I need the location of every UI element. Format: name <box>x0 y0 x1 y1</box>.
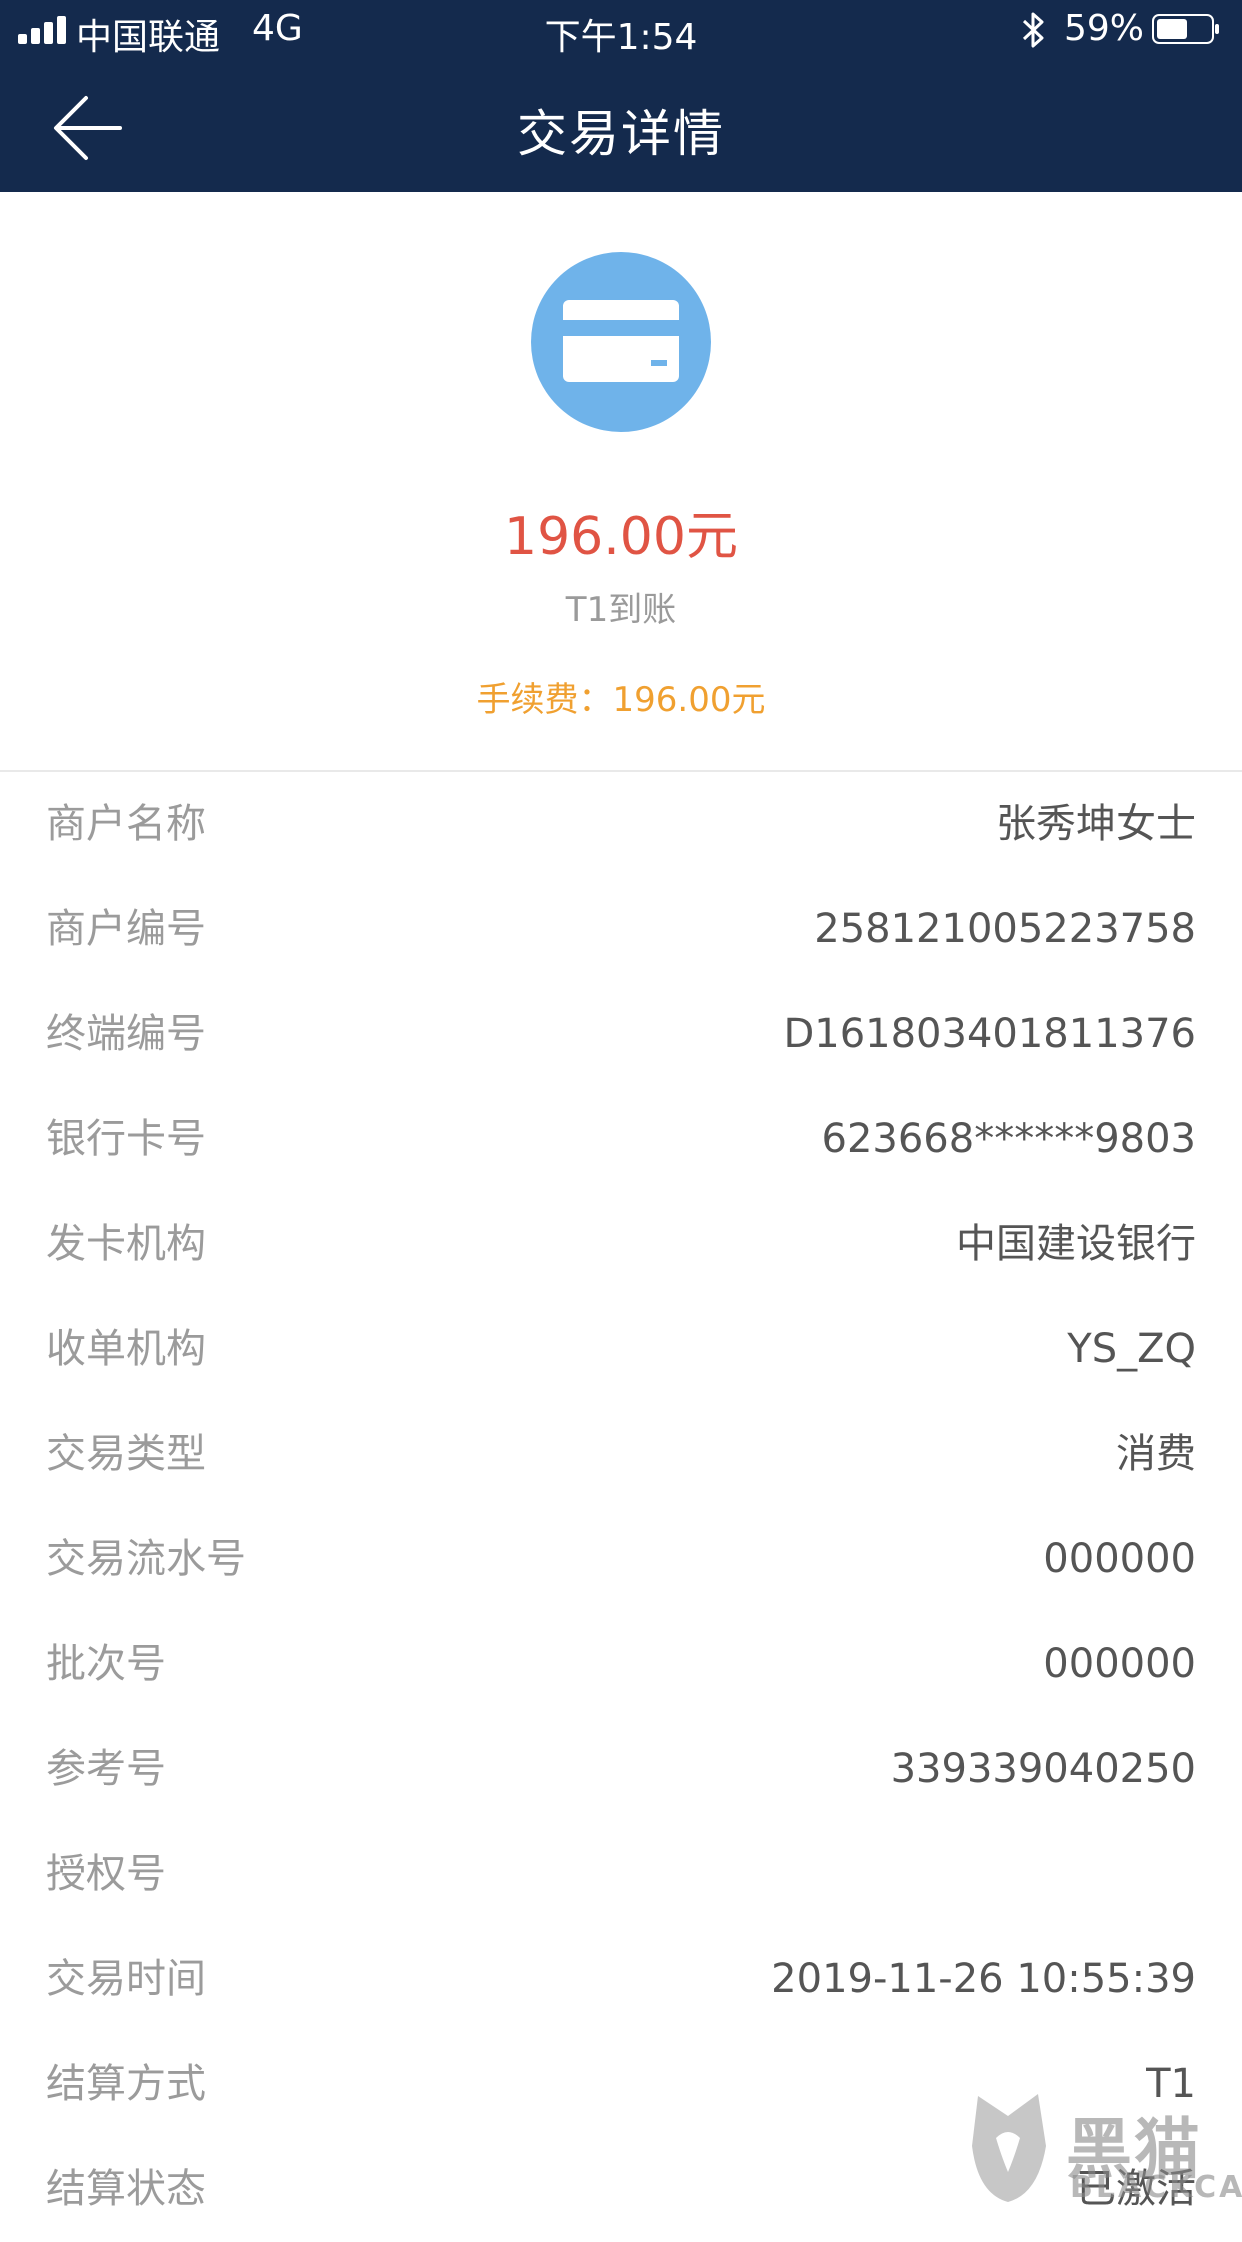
detail-row-serial-number: 交易流水号 000000 <box>0 1507 1242 1612</box>
detail-value: 258121005223758 <box>814 906 1196 952</box>
settlement-tag: T1到账 <box>565 590 677 630</box>
detail-row-card-number: 银行卡号 623668******9803 <box>0 1087 1242 1192</box>
detail-label: 商户名称 <box>46 801 206 847</box>
detail-row-issuer: 发卡机构 中国建设银行 <box>0 1192 1242 1297</box>
detail-value: 000000 <box>1043 1536 1196 1582</box>
detail-row-transaction-type: 交易类型 消费 <box>0 1402 1242 1507</box>
detail-value: D161803401811376 <box>783 1011 1196 1057</box>
detail-row-transaction-time: 交易时间 2019-11-26 10:55:39 <box>0 1927 1242 2032</box>
transaction-amount: 196.00元 <box>504 507 738 567</box>
watermark-subtext: BLACKCAT <box>1070 2170 1242 2205</box>
detail-row-batch-number: 批次号 000000 <box>0 1612 1242 1717</box>
detail-label: 商户编号 <box>46 906 206 952</box>
detail-row-merchant-id: 商户编号 258121005223758 <box>0 877 1242 982</box>
detail-label: 交易类型 <box>46 1431 206 1477</box>
nav-bar: 交易详情 <box>0 60 1242 192</box>
detail-label: 授权号 <box>46 1851 166 1897</box>
detail-label: 参考号 <box>46 1746 166 1792</box>
detail-row-reference-number: 参考号 339339040250 <box>0 1717 1242 1822</box>
detail-value: 623668******9803 <box>821 1116 1197 1162</box>
detail-value: 消费 <box>1116 1431 1196 1477</box>
detail-label: 交易流水号 <box>46 1536 246 1582</box>
detail-row-merchant-name: 商户名称 张秀坤女士 <box>0 772 1242 877</box>
transaction-summary: 196.00元 T1到账 手续费：196.00元 <box>0 192 1242 772</box>
top-bar: 中国联通 4G 下午1:54 59% 交易详情 <box>0 0 1242 192</box>
detail-label: 批次号 <box>46 1641 166 1687</box>
details-list: 商户名称 张秀坤女士 商户编号 258121005223758 终端编号 D16… <box>0 772 1242 2242</box>
credit-card-icon <box>531 252 711 432</box>
detail-value: 张秀坤女士 <box>996 801 1196 847</box>
page-title: 交易详情 <box>517 105 725 163</box>
fee-label: 手续费： <box>476 680 613 720</box>
detail-value: 中国建设银行 <box>956 1221 1196 1267</box>
detail-label: 终端编号 <box>46 1011 206 1057</box>
detail-row-terminal-id: 终端编号 D161803401811376 <box>0 982 1242 1087</box>
status-bar: 中国联通 4G 下午1:54 59% <box>0 0 1242 60</box>
bluetooth-icon <box>1022 12 1044 48</box>
detail-label: 收单机构 <box>46 1326 206 1372</box>
detail-label: 结算方式 <box>46 2061 206 2107</box>
detail-value: 339339040250 <box>890 1746 1196 1792</box>
detail-label: 银行卡号 <box>46 1116 206 1162</box>
detail-label: 交易时间 <box>46 1956 206 2002</box>
detail-row-auth-code: 授权号 <box>0 1822 1242 1927</box>
detail-value: 000000 <box>1043 1641 1196 1687</box>
battery-icon <box>1152 14 1219 44</box>
detail-value: 2019-11-26 10:55:39 <box>771 1956 1196 2002</box>
detail-label: 发卡机构 <box>46 1221 206 1267</box>
fee-line: 手续费：196.00元 <box>0 672 1242 721</box>
fee-value: 196.00元 <box>612 680 766 720</box>
detail-row-acquirer: 收单机构 YS_ZQ <box>0 1297 1242 1402</box>
battery-percent: 59% <box>1064 8 1145 49</box>
status-time: 下午1:54 <box>544 17 698 58</box>
detail-label: 结算状态 <box>46 2166 206 2212</box>
detail-value: YS_ZQ <box>1067 1326 1196 1372</box>
